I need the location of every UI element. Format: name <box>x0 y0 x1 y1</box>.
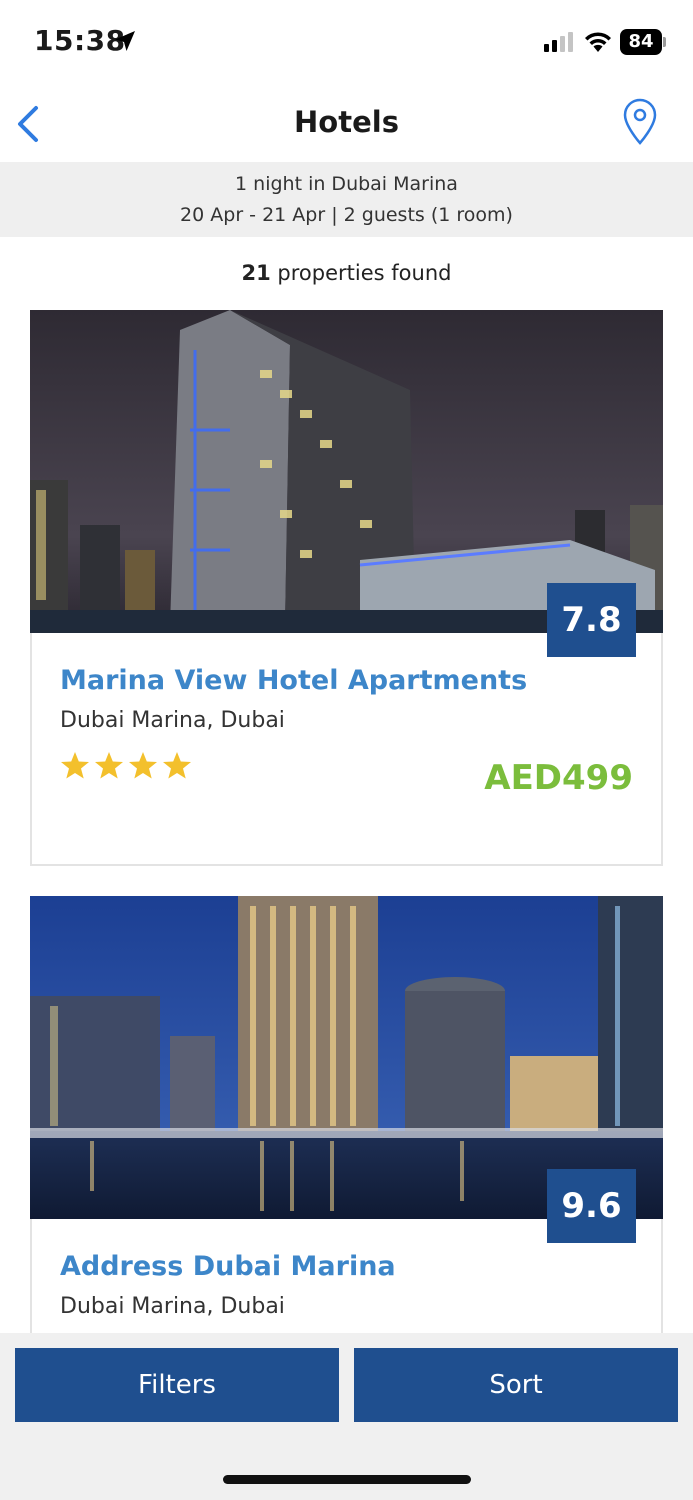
hotel-name[interactable]: Address Dubai Marina <box>60 1251 396 1282</box>
battery-level: 84 <box>620 29 662 55</box>
star-icon <box>163 752 191 779</box>
results-count-label: properties found <box>270 261 452 285</box>
home-indicator[interactable] <box>223 1475 471 1484</box>
bottom-action-bar: Filters Sort <box>0 1333 693 1500</box>
sort-button[interactable]: Sort <box>354 1348 678 1422</box>
results-count-number: 21 <box>241 261 271 285</box>
hotel-location: Dubai Marina, Dubai <box>60 1294 285 1319</box>
cellular-signal-icon <box>544 32 573 52</box>
map-button[interactable] <box>620 98 660 146</box>
search-summary-dates: 20 Apr - 21 Apr | 2 guests (1 room) <box>180 204 513 226</box>
status-bar: 15:38 84 <box>0 0 693 86</box>
star-icon <box>129 752 157 779</box>
search-summary-destination: 1 night in Dubai Marina <box>235 173 458 195</box>
page-title: Hotels <box>294 105 399 139</box>
map-pin-icon <box>623 98 657 145</box>
star-icon <box>61 752 89 779</box>
hotel-card[interactable]: 9.6 Address Dubai Marina Dubai Marina, D… <box>30 896 663 1346</box>
rating-score: 7.8 <box>547 583 636 657</box>
wifi-icon <box>585 32 611 52</box>
rating-score: 9.6 <box>547 1169 636 1243</box>
star-icon <box>95 752 123 779</box>
hotel-name[interactable]: Marina View Hotel Apartments <box>60 665 527 696</box>
results-count: 21 properties found <box>0 261 693 285</box>
location-arrow-icon <box>115 31 135 51</box>
star-rating <box>60 750 200 784</box>
navigation-bar: Hotels <box>0 86 693 162</box>
filters-button[interactable]: Filters <box>15 1348 339 1422</box>
hotel-price: AED499 <box>484 758 633 798</box>
search-summary[interactable]: 1 night in Dubai Marina 20 Apr - 21 Apr … <box>0 162 693 237</box>
battery-icon: 84 <box>620 29 666 55</box>
hotel-location: Dubai Marina, Dubai <box>60 708 285 733</box>
status-time: 15:38 <box>34 24 126 57</box>
hotel-card[interactable]: 7.8 Marina View Hotel Apartments Dubai M… <box>30 310 663 866</box>
